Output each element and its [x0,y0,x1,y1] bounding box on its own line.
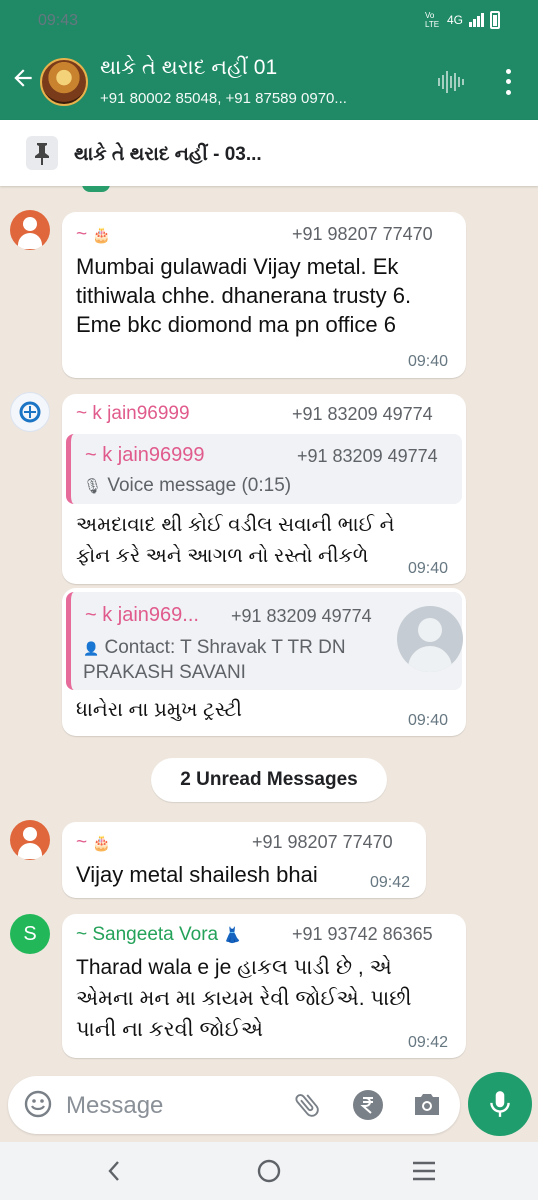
message-composer: Message [8,1076,460,1134]
sender-avatar[interactable]: S [10,914,50,954]
nav-recents-icon[interactable] [406,1154,442,1188]
message-bubble[interactable]: ~ k jain96999 +91 83209 49774 ~ k jain96… [62,394,466,584]
emoji-icon[interactable] [24,1090,52,1123]
sender-name: ~ 🎂 [76,832,112,853]
sender-name: ~ k jain96999 [76,403,190,424]
sender-name: ~ Sangeeta Vora 👗 [76,924,243,945]
quoted-message[interactable]: ~ k jain969... +91 83209 49774 👤 Contact… [66,592,463,690]
camera-icon[interactable] [412,1090,442,1123]
quoted-sender: ~ k jain969... [85,604,199,626]
group-title[interactable]: થાકે તે થરાદ નહીં 01 [100,56,277,80]
status-icons: Vo LTE 4G [425,11,500,29]
volte-label: Vo LTE [424,11,440,29]
message-bubble[interactable]: ~ Sangeeta Vora 👗 +91 93742 86365 Tharad… [62,914,466,1058]
chat-header: થાકે તે થરાદ નહીં 01 +91 80002 85048, +9… [0,44,538,120]
sender-phone: +91 98207 77470 [252,832,393,852]
message-text: Mumbai gulawadi Vijay metal. Ek tithiwal… [76,254,412,337]
message-bubble[interactable]: ~ 🎂 +91 98207 77470 Vijay metal shailesh… [62,822,426,898]
contact-icon: 👤 [83,641,100,656]
quoted-text: 🎙 Voice message (0:15) [83,475,292,496]
message-list[interactable]: ~ 🎂 +91 98207 77470 Mumbai gulawadi Vija… [0,186,538,1076]
message-bubble[interactable]: ~ k jain969... +91 83209 49774 👤 Contact… [62,588,466,736]
pin-icon [26,136,58,170]
battery-icon [490,11,500,29]
network-type: 4G [446,13,463,27]
microphone-icon: 🎙 [83,478,103,495]
sender-avatar[interactable] [10,392,50,432]
status-bar: 09:43 Vo LTE 4G [0,0,538,44]
message-time: 09:42 [370,874,411,891]
message-text: ધાનેરા ના પ્રમુખ ટ્રસ્ટી [76,699,242,721]
attach-icon[interactable] [292,1090,322,1125]
group-participants[interactable]: +91 80002 85048, +91 87589 0970... [100,90,347,107]
sender-avatar[interactable] [10,210,50,250]
nav-home-icon[interactable] [251,1154,287,1188]
more-options-icon[interactable] [500,66,516,98]
sender-avatar[interactable] [10,820,50,860]
mic-icon[interactable] [468,1072,532,1136]
quoted-sender: ~ k jain96999 [85,444,205,466]
message-time: 09:40 [408,560,449,577]
partial-message [82,186,110,192]
sender-phone: +91 83209 49774 [292,404,433,424]
message-time: 09:40 [408,712,449,729]
back-arrow-icon[interactable] [8,64,38,100]
quoted-text: 👤 Contact: T Shravak T TR DN PRAKASH SAV… [83,637,346,683]
message-time: 09:42 [408,1034,449,1051]
quoted-message[interactable]: ~ k jain96999 +91 83209 49774 🎙 Voice me… [66,434,462,504]
system-nav-bar [0,1142,538,1200]
message-text: Vijay metal shailesh bhai [76,862,318,887]
cake-emoji: 🎂 [92,835,112,852]
group-avatar[interactable] [40,58,88,106]
pinned-text: થાકે તે થરાદ નહીં - 03... [74,144,262,165]
message-text: Tharad wala e je હાકલ પાડી છે , એ એમના મ… [76,956,412,1041]
pinned-message-bar[interactable]: થાકે તે થરાદ નહીં - 03... [0,120,538,186]
unread-divider: 2 Unread Messages [151,758,387,802]
sender-phone: +91 98207 77470 [292,224,433,244]
quoted-phone: +91 83209 49774 [231,606,372,626]
message-text: અમદાવાદ થી કોઈ વડીલ સવાની ભાઈ ને ફોન કરે… [76,514,395,567]
sender-name: ~ 🎂 [76,224,112,245]
rupee-icon[interactable] [352,1089,384,1126]
message-input[interactable]: Message [66,1092,163,1120]
contact-avatar [397,606,463,672]
sender-phone: +91 93742 86365 [292,924,433,944]
dress-emoji: 👗 [223,927,243,944]
status-time: 09:43 [38,12,79,29]
message-time: 09:40 [408,353,449,370]
signal-icon [469,13,484,27]
message-bubble[interactable]: ~ 🎂 +91 98207 77470 Mumbai gulawadi Vija… [62,212,466,378]
cake-emoji: 🎂 [92,227,112,244]
quoted-phone: +91 83209 49774 [297,446,438,466]
voice-chat-icon[interactable] [438,70,464,94]
nav-back-icon[interactable] [96,1154,132,1188]
